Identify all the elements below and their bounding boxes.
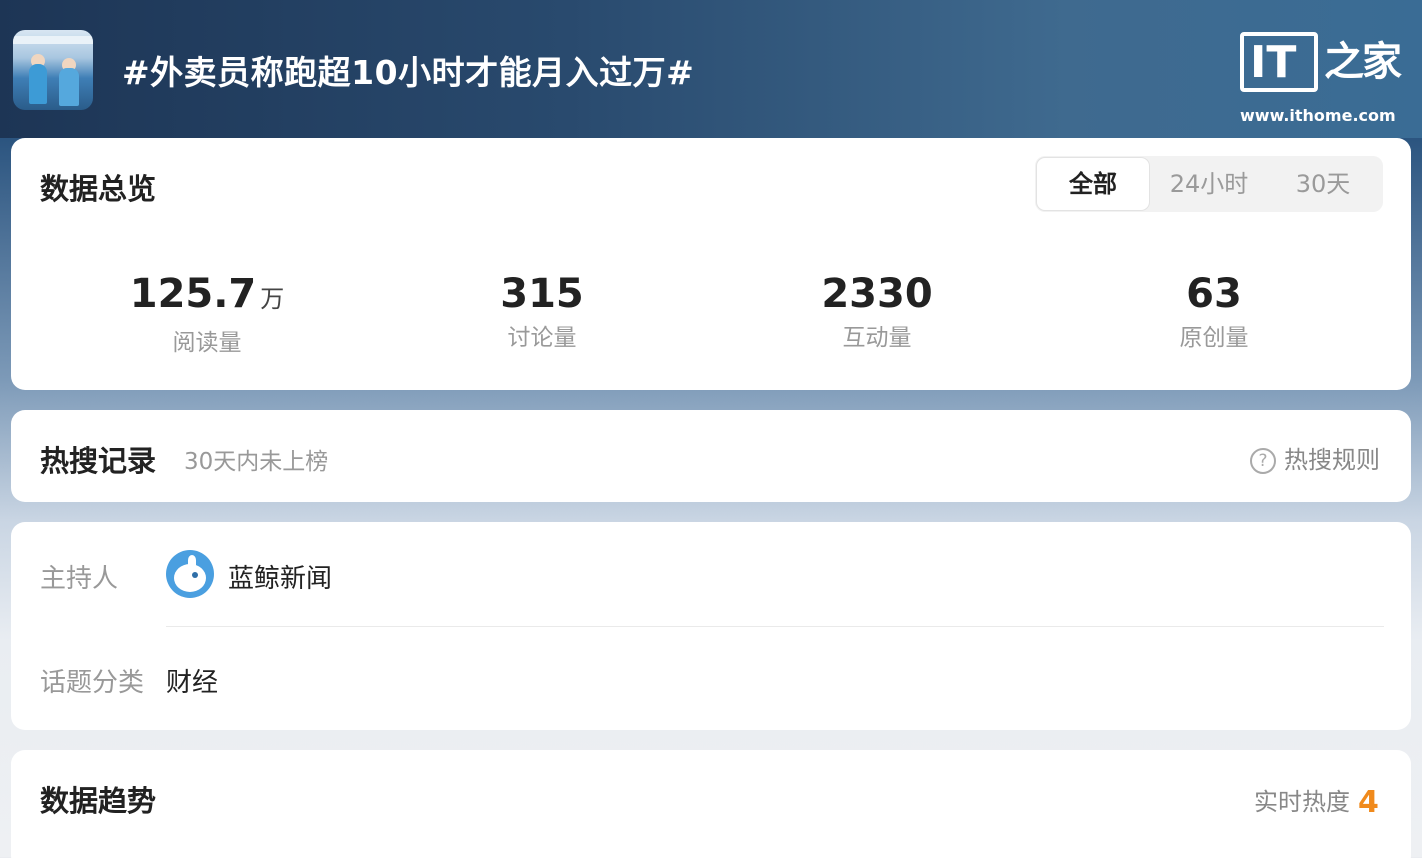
logo-cn-text: 之家 <box>1324 38 1402 85</box>
stat-label: 原创量 <box>1179 325 1249 351</box>
hot-search-title: 热搜记录 <box>40 444 157 478</box>
ithome-logo: IT 之家 www.ithome.com <box>1240 32 1402 127</box>
data-trend-card: 数据趋势 实时热度 4 <box>11 750 1411 858</box>
realtime-heat: 实时热度 4 <box>1254 782 1379 820</box>
whale-avatar-icon[interactable] <box>166 550 214 598</box>
stat-reads: 125.7 万 阅读量 <box>97 272 317 357</box>
stat-value: 63 <box>1104 272 1324 316</box>
topic-thumbnail[interactable] <box>13 30 93 110</box>
stat-value: 125.7 万 <box>97 272 317 321</box>
tab-30d[interactable]: 30天 <box>1267 156 1379 212</box>
tab-all[interactable]: 全部 <box>1036 157 1150 211</box>
stat-unit: 万 <box>260 285 285 313</box>
stat-number: 315 <box>500 271 584 317</box>
category-value: 财经 <box>166 668 219 698</box>
hot-search-card: 热搜记录 30天内未上榜 ? 热搜规则 <box>11 410 1411 502</box>
topic-title: #外卖员称跑超10小时才能月入过万# <box>122 53 695 92</box>
stat-number: 63 <box>1186 271 1242 317</box>
logo-box: IT <box>1240 32 1318 92</box>
logo-url: www.ithome.com <box>1240 106 1396 125</box>
stat-value: 2330 <box>767 272 987 316</box>
question-circle-icon: ? <box>1250 448 1276 474</box>
realtime-heat-label: 实时热度 <box>1254 788 1350 816</box>
data-overview-card: 数据总览 全部 24小时 30天 125.7 万 阅读量 315 讨论量 2330… <box>11 138 1411 390</box>
host-name[interactable]: 蓝鲸新闻 <box>228 558 332 595</box>
hot-search-status: 30天内未上榜 <box>184 449 329 475</box>
hot-search-rule-link[interactable]: ? 热搜规则 <box>1250 440 1380 475</box>
stat-discussions: 315 讨论量 <box>432 272 652 352</box>
stat-originals: 63 原创量 <box>1104 272 1324 352</box>
topic-header: #外卖员称跑超10小时才能月入过万# IT 之家 www.ithome.com <box>0 0 1422 138</box>
topic-info-card: 主持人 蓝鲸新闻 话题分类 财经 <box>11 522 1411 730</box>
overview-title: 数据总览 <box>40 172 157 206</box>
divider <box>166 626 1384 627</box>
stat-value: 315 <box>432 272 652 316</box>
trend-title: 数据趋势 <box>40 784 157 818</box>
time-range-tabs: 全部 24小时 30天 <box>1035 156 1383 212</box>
stat-label: 互动量 <box>842 325 912 351</box>
hot-search-rule-label: 热搜规则 <box>1284 446 1380 474</box>
host-label: 主持人 <box>40 564 119 594</box>
realtime-heat-rank: 4 <box>1358 785 1379 820</box>
stat-label: 讨论量 <box>507 325 577 351</box>
stat-interactions: 2330 互动量 <box>767 272 987 352</box>
stat-number: 2330 <box>821 271 933 317</box>
category-label: 话题分类 <box>40 668 145 698</box>
tab-24h[interactable]: 24小时 <box>1153 156 1265 212</box>
stat-label: 阅读量 <box>172 330 242 356</box>
stat-number: 125.7 <box>129 271 257 317</box>
logo-mark: IT <box>1250 37 1297 88</box>
